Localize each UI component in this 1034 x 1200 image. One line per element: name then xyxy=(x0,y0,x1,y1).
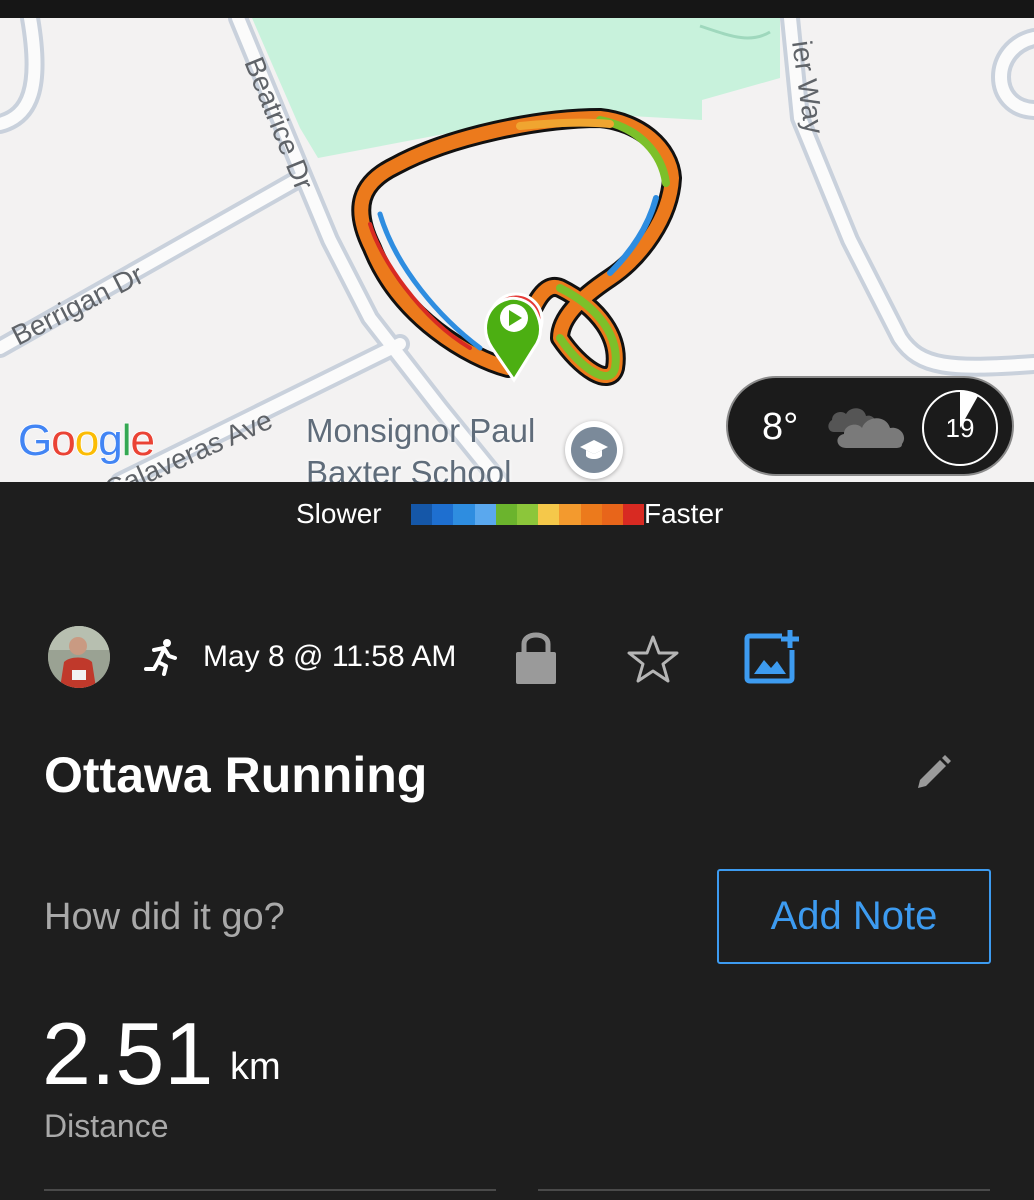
google-logo-letter: o xyxy=(50,415,76,466)
legend-slower-label: Slower xyxy=(296,498,382,529)
distance-unit: km xyxy=(230,1046,281,1088)
running-icon xyxy=(144,639,177,676)
legend-swatch xyxy=(580,504,602,525)
add-note-button[interactable]: Add Note xyxy=(717,869,991,964)
google-logo: Google xyxy=(17,415,156,466)
poi-pin[interactable] xyxy=(565,421,623,479)
legend-faster-label: Faster xyxy=(644,498,724,529)
activity-meta-row: May 8 @ 11:58 AM xyxy=(0,624,1034,694)
park-area xyxy=(252,18,780,158)
distance-label: Distance xyxy=(44,1108,169,1144)
legend-swatch xyxy=(432,504,454,525)
activity-title: Ottawa Running xyxy=(44,747,428,803)
pace-legend: Slower Faster xyxy=(0,494,1034,534)
legend-swatch xyxy=(622,504,645,525)
legend-swatch xyxy=(516,504,539,525)
weather-widget[interactable]: 8° 19 xyxy=(726,376,1014,476)
wind-speed: 19 xyxy=(945,412,975,443)
google-logo-letter: o xyxy=(74,415,100,466)
pencil-icon[interactable] xyxy=(914,754,952,792)
activity-date: May 8 @ 11:58 AM xyxy=(203,640,457,673)
route-map[interactable]: Beatrice Dr Berrigan Dr Calaveras Ave ie… xyxy=(0,18,1034,482)
street-label-berrigan: Berrigan Dr xyxy=(7,259,149,352)
weather-temperature: 8° xyxy=(762,406,799,448)
legend-swatch xyxy=(474,504,496,525)
legend-swatch xyxy=(411,504,433,525)
distance-value: 2.51 xyxy=(42,1004,214,1103)
school-icon xyxy=(580,440,608,459)
legend-swatch xyxy=(495,504,517,525)
cloud-icon xyxy=(828,408,905,448)
status-bar xyxy=(0,0,1034,18)
divider xyxy=(44,1189,496,1191)
legend-swatch xyxy=(601,504,623,525)
star-icon[interactable] xyxy=(626,634,680,684)
legend-swatch xyxy=(453,504,475,525)
legend-swatch xyxy=(538,504,560,525)
legend-swatch xyxy=(559,504,581,525)
note-prompt: How did it go? xyxy=(44,896,285,938)
avatar[interactable] xyxy=(48,626,110,688)
poi-label-line1: Monsignor Paul xyxy=(306,412,536,449)
poi-label: Monsignor Paul Baxter School xyxy=(306,410,535,482)
legend-color-bar xyxy=(411,504,645,525)
avatar-image xyxy=(48,626,110,688)
lock-icon[interactable] xyxy=(514,628,558,686)
google-logo-letter: G xyxy=(17,415,53,466)
divider xyxy=(538,1189,990,1191)
google-logo-letter: e xyxy=(130,415,156,466)
add-photo-icon[interactable] xyxy=(744,628,800,684)
google-logo-letter: g xyxy=(97,415,123,466)
poi-label-line2: Baxter School xyxy=(306,454,512,482)
